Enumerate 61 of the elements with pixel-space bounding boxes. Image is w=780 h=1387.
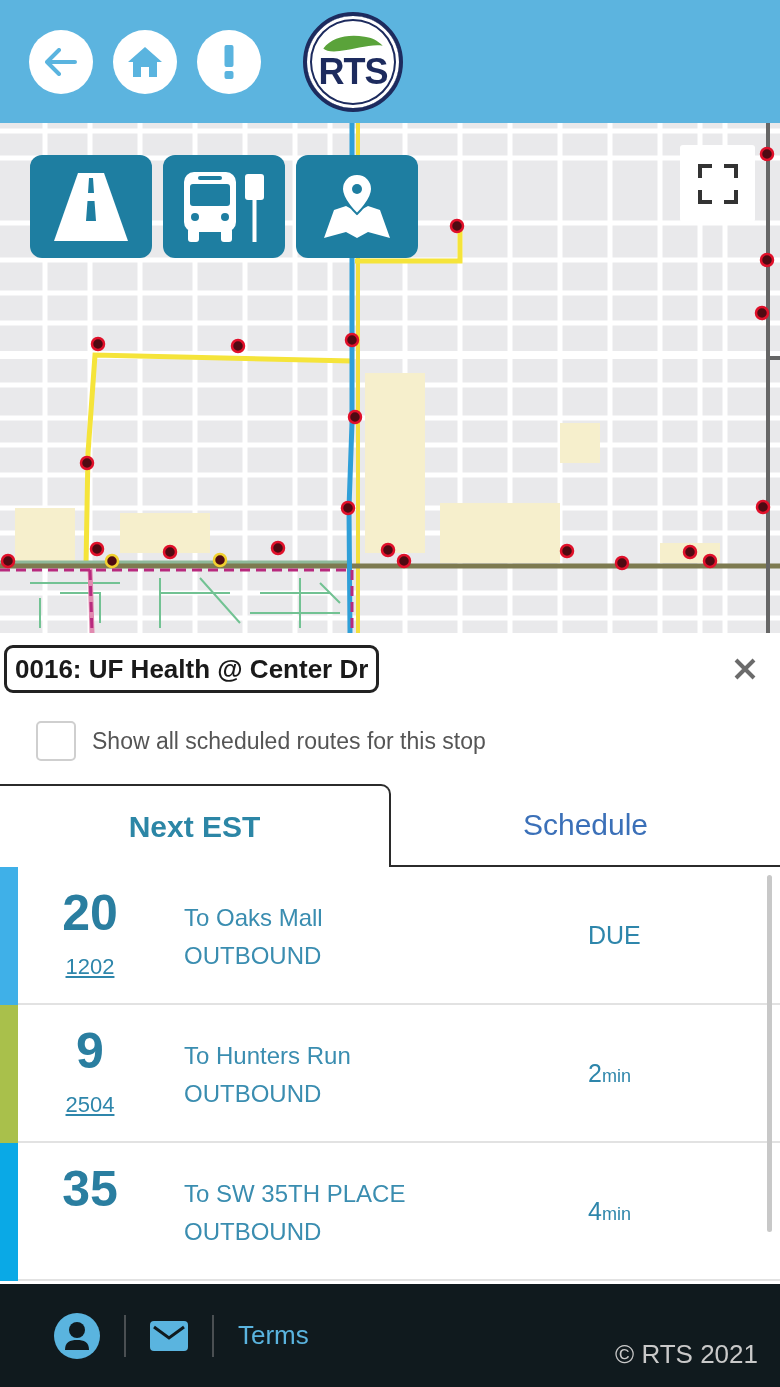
map-pin-icon [324,173,390,240]
stop-marker[interactable] [89,541,105,557]
home-icon [128,46,162,77]
arrival-time: 2min [588,1058,631,1088]
stop-marker[interactable] [230,338,246,354]
stop-title: 0016: UF Health @ Center Dr [4,645,380,693]
stop-marker[interactable] [759,252,775,268]
stop-marker[interactable] [682,544,698,560]
routes-button[interactable] [30,155,152,258]
stop-marker[interactable] [702,553,718,569]
bus-stop-icon [184,171,264,242]
copyright-text: © RTS 2021 [615,1339,758,1369]
account-icon[interactable] [54,1312,100,1359]
stop-marker[interactable] [344,332,360,348]
stop-marker[interactable] [340,500,356,516]
direction-text: OUTBOUND [184,1217,322,1247]
leaf-icon [322,33,384,52]
back-arrow-icon [45,47,77,76]
logo-text: RTS [318,53,388,90]
stop-marker[interactable] [162,544,178,560]
direction-text: OUTBOUND [184,941,322,971]
tab[interactable]: Next EST [0,784,391,867]
stop-marker[interactable] [347,409,363,425]
stop-marker[interactable] [396,553,412,569]
stop-marker[interactable] [449,218,465,234]
stop-marker[interactable] [270,540,286,556]
arrival-time: DUE [588,920,641,950]
direction-text: OUTBOUND [184,1079,322,1109]
campus-area [560,423,600,463]
vehicle-link[interactable]: 1202 [65,953,115,981]
stop-marker[interactable] [755,499,771,515]
fullscreen-icon [697,163,738,204]
route-number: 35 [62,1161,118,1217]
stop-marker[interactable] [380,542,396,558]
destination-text: To Oaks Mall [184,903,323,933]
campus-area [15,508,75,563]
stop-marker[interactable] [754,305,770,321]
arrival-time: 4min [588,1196,631,1226]
arrival-row[interactable]: 35 To SW 35TH PLACE OUTBOUND 4min [0,1143,780,1281]
stop-marker[interactable] [90,336,106,352]
stop-marker[interactable] [559,543,575,559]
scrollbar[interactable] [767,875,772,1232]
mail-icon[interactable] [150,1320,188,1351]
stop-marker[interactable] [614,555,630,571]
route-number: 9 [76,1023,104,1079]
route-number: 20 [62,885,118,941]
destination-text: To SW 35TH PLACE [184,1179,406,1209]
terms-link[interactable]: Terms [238,1320,309,1351]
checkbox[interactable] [36,721,76,761]
road-icon [54,172,128,241]
vehicle-link[interactable]: 2504 [65,1091,115,1119]
stop-marker[interactable] [759,146,775,162]
stops-button[interactable] [163,155,285,258]
exclamation-icon [224,44,234,79]
stop-marker[interactable] [79,455,95,471]
close-icon [734,658,756,680]
stop-marker[interactable] [0,553,16,569]
checkbox-label: Show all scheduled routes for this stop [92,727,486,756]
fullscreen-button[interactable] [680,145,755,222]
destination-text: To Hunters Run [184,1041,351,1071]
places-button[interactable] [296,155,418,258]
